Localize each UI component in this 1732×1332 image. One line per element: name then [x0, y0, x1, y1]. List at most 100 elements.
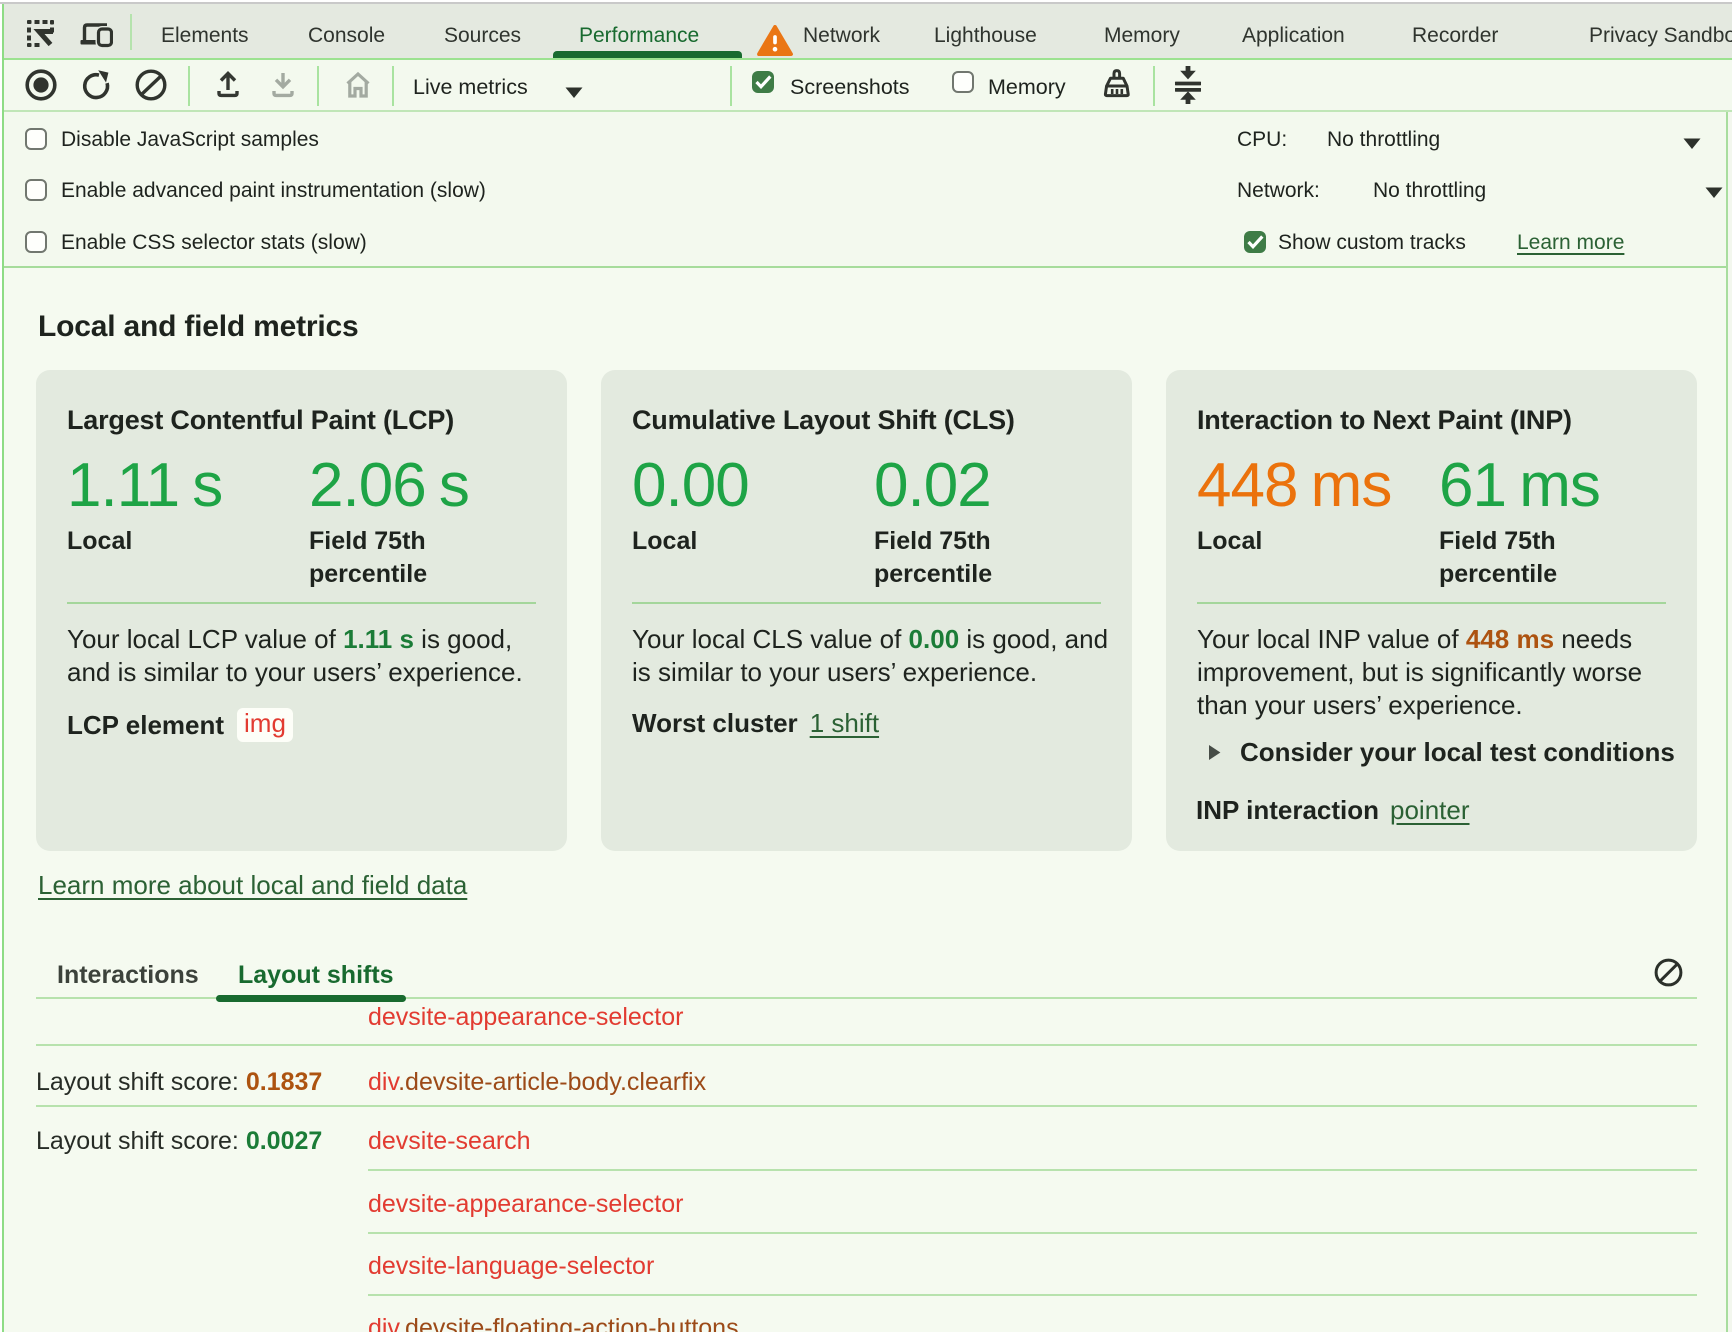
lcp-element-node-chip[interactable]: img: [237, 708, 293, 742]
lcp-description: Your local LCP value of 1.11 s is good, …: [67, 623, 557, 689]
card-title: Largest Contentful Paint (LCP): [67, 405, 454, 436]
reload-icon[interactable]: [80, 69, 112, 101]
card-divider: [1197, 602, 1666, 604]
show-custom-tracks-label[interactable]: Show custom tracks: [1278, 230, 1466, 256]
worst-cluster-link[interactable]: 1 shift: [810, 708, 879, 739]
node-link-classes[interactable]: .devsite-article-body.clearfix: [398, 1068, 706, 1096]
tab-network[interactable]: Network: [803, 23, 880, 49]
desc-text: Your local INP value of: [1197, 624, 1466, 654]
layout-shift-affected-node[interactable]: devsite-search: [368, 1127, 531, 1156]
toolbar-separator: [392, 66, 394, 106]
download-icon[interactable]: [268, 69, 298, 99]
score-value: 0.0027: [246, 1127, 322, 1155]
tab-privacy-sandbox[interactable]: Privacy Sandbox: [1589, 23, 1732, 49]
local-label: Local: [67, 525, 287, 558]
cls-local-value: 0.00: [632, 455, 749, 517]
toolbar-separator: [317, 66, 319, 106]
tab-application[interactable]: Application: [1242, 23, 1345, 49]
network-throttling-select[interactable]: No throttling: [1359, 164, 1732, 216]
pane-right-gutter: [1728, 112, 1732, 1332]
view-mode-select[interactable]: Live metrics: [399, 60, 614, 110]
tab-sources[interactable]: Sources: [444, 23, 521, 49]
tab-layout-shifts[interactable]: Layout shifts: [238, 961, 394, 990]
show-custom-tracks-checkbox[interactable]: [1244, 231, 1266, 253]
chevron-down-icon: [1704, 186, 1724, 199]
screenshots-label[interactable]: Screenshots: [790, 74, 910, 100]
disable-js-samples-label[interactable]: Disable JavaScript samples: [61, 127, 319, 153]
score-label: Layout shift score:: [36, 1127, 246, 1155]
layout-shift-affected-node[interactable]: div.devsite-floating-action-buttons: [368, 1314, 739, 1332]
toolbar-separator: [730, 66, 732, 106]
node-link[interactable]: devsite-language-selector: [368, 1252, 654, 1280]
advanced-paint-checkbox[interactable]: [25, 179, 47, 201]
memory-label[interactable]: Memory: [988, 74, 1066, 100]
card-divider: [632, 602, 1101, 604]
lcp-local-value: 1.11 s: [67, 455, 222, 517]
node-link[interactable]: div: [368, 1314, 398, 1332]
inp-interaction-label: INP interaction: [1196, 795, 1379, 826]
tab-console[interactable]: Console: [308, 23, 385, 49]
warning-icon: [757, 25, 793, 56]
worst-cluster-row: Worst cluster 1 shift: [632, 708, 879, 739]
toolbar-separator: [188, 66, 190, 106]
toolbar-separator: [1153, 66, 1155, 106]
collapse-icon[interactable]: [1172, 66, 1204, 104]
device-toolbar-icon[interactable]: [79, 19, 113, 49]
learn-more-field-data-link[interactable]: Learn more about local and field data: [38, 870, 467, 901]
custom-tracks-learn-more-link[interactable]: Learn more: [1517, 230, 1624, 256]
tab-lighthouse[interactable]: Lighthouse: [934, 23, 1037, 49]
node-link[interactable]: devsite-appearance-selector: [368, 1003, 683, 1031]
lcp-element-row: LCP element img: [67, 708, 293, 742]
selected-tab-underline: [553, 51, 742, 58]
clear-log-icon[interactable]: [1654, 958, 1683, 987]
css-selector-stats-label[interactable]: Enable CSS selector stats (slow): [61, 230, 367, 256]
page-title: Local and field metrics: [38, 310, 359, 344]
cpu-label: CPU:: [1237, 127, 1287, 153]
check-icon: [1247, 235, 1264, 249]
home-icon[interactable]: [342, 69, 374, 101]
card-divider: [67, 602, 536, 604]
node-link[interactable]: devsite-appearance-selector: [368, 1190, 683, 1218]
layout-shift-affected-node[interactable]: div.devsite-article-body.clearfix: [368, 1068, 706, 1097]
layout-shift-score: Layout shift score: 0.0027: [36, 1127, 322, 1156]
clear-icon[interactable]: [135, 69, 167, 101]
log-subrow-separator: [368, 1294, 1697, 1296]
layout-shift-affected-node[interactable]: devsite-language-selector: [368, 1252, 654, 1281]
inp-field-value: 61 ms: [1439, 455, 1600, 517]
record-icon[interactable]: [25, 69, 57, 101]
node-link[interactable]: div: [368, 1068, 398, 1096]
desc-text: Your local CLS value of: [632, 624, 909, 654]
memory-checkbox[interactable]: [952, 71, 974, 93]
lcp-field-value: 2.06 s: [309, 455, 469, 517]
card-title: Interaction to Next Paint (INP): [1197, 405, 1572, 436]
local-test-conditions-disclosure[interactable]: Consider your local test conditions: [1208, 737, 1675, 768]
tab-performance[interactable]: Performance: [579, 23, 699, 49]
cpu-throttling-select[interactable]: No throttling: [1314, 112, 1714, 164]
garbage-collect-icon[interactable]: [1101, 68, 1133, 100]
view-mode-value: Live metrics: [413, 74, 528, 100]
upload-icon[interactable]: [213, 69, 243, 99]
desc-value: 0.00: [909, 624, 960, 654]
layout-shift-affected-node[interactable]: devsite-appearance-selector: [368, 1003, 683, 1032]
performance-toolbar: Live metrics Screenshots Memory: [4, 60, 1732, 110]
inp-interaction-link[interactable]: pointer: [1390, 795, 1470, 826]
check-icon: [755, 75, 772, 89]
node-link[interactable]: devsite-search: [368, 1127, 531, 1155]
desc-text: Your local LCP value of: [67, 624, 343, 654]
layout-shift-affected-node[interactable]: devsite-appearance-selector: [368, 1190, 683, 1219]
screenshots-checkbox[interactable]: [752, 71, 774, 93]
tab-interactions[interactable]: Interactions: [57, 961, 199, 990]
inspect-icon[interactable]: [23, 16, 57, 50]
cls-description: Your local CLS value of 0.00 is good, an…: [632, 623, 1122, 689]
local-label: Local: [632, 525, 852, 558]
tab-recorder[interactable]: Recorder: [1412, 23, 1498, 49]
css-selector-stats-checkbox[interactable]: [25, 231, 47, 253]
advanced-paint-label[interactable]: Enable advanced paint instrumentation (s…: [61, 178, 486, 204]
disable-js-samples-checkbox[interactable]: [25, 128, 47, 150]
settings-pane: Disable JavaScript samples Enable advanc…: [4, 112, 1732, 266]
log-subrow-separator: [368, 1232, 1697, 1234]
selected-log-tab-underline: [216, 995, 406, 1002]
tab-memory[interactable]: Memory: [1104, 23, 1180, 49]
node-link-classes[interactable]: .devsite-floating-action-buttons: [398, 1314, 738, 1332]
tab-elements[interactable]: Elements: [161, 23, 249, 49]
